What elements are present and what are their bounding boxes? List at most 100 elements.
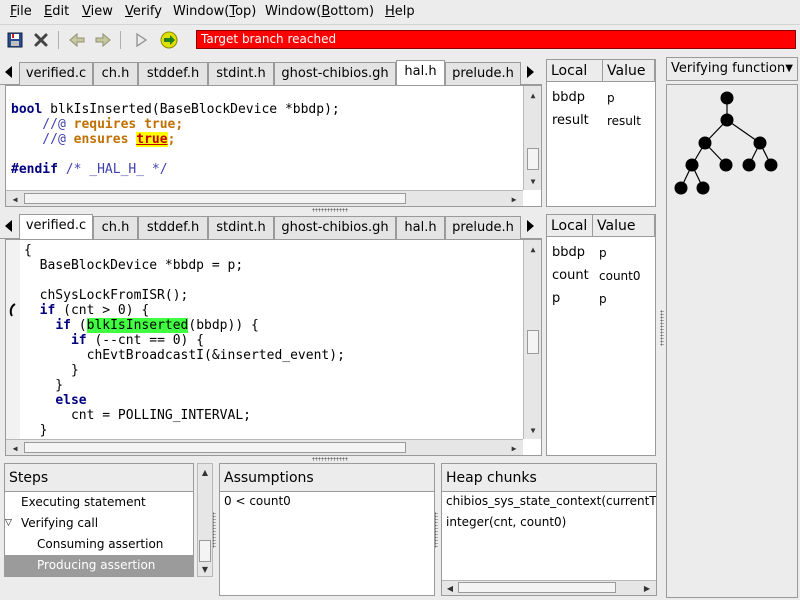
- top-tab-ch-h[interactable]: ch.h: [93, 62, 138, 85]
- scroll-thumb[interactable]: [527, 148, 539, 170]
- triangle-right-icon: [527, 66, 534, 78]
- scroll-thumb[interactable]: [24, 193, 406, 204]
- step-item[interactable]: Executing statement: [5, 492, 193, 513]
- tree-node[interactable]: [720, 113, 734, 127]
- column-header-value[interactable]: Value: [593, 215, 655, 237]
- step-forward-button[interactable]: [92, 29, 114, 51]
- bottom-tab-hal-h[interactable]: hal.h: [396, 216, 445, 239]
- scroll-up-icon[interactable]: ▲: [198, 465, 212, 479]
- step-item[interactable]: Consuming assertion: [5, 534, 193, 555]
- toolbar-separator: [58, 31, 59, 49]
- scroll-right-icon[interactable]: ▶: [640, 581, 654, 595]
- run-to-cursor-icon: [160, 31, 178, 49]
- bottom-tab-prelude-h[interactable]: prelude.h: [445, 216, 521, 239]
- chevron-down-icon: ▼: [785, 63, 793, 74]
- tree-node[interactable]: [674, 181, 688, 195]
- menu-verify[interactable]: Verify: [125, 4, 162, 19]
- scroll-thumb[interactable]: [24, 442, 406, 453]
- bottom-tab-ch-h[interactable]: ch.h: [93, 216, 138, 239]
- scroll-thumb[interactable]: [199, 540, 211, 562]
- code-line: #endif /* _HAL_H_ */: [11, 162, 168, 177]
- bottom-editor-vscrollbar[interactable]: ▲ ▼: [523, 240, 541, 439]
- editor-splitter-handle[interactable]: [312, 208, 348, 212]
- menu-file[interactable]: File: [10, 4, 32, 19]
- tab-scroll-right[interactable]: [525, 63, 537, 81]
- top-code-editor[interactable]: bool blkIsInserted(BaseBlockDevice *bbdp…: [5, 85, 542, 207]
- run-button[interactable]: [130, 29, 152, 51]
- menu-view[interactable]: View: [82, 4, 113, 19]
- top-editor-vscrollbar[interactable]: ▲ ▼: [523, 86, 541, 190]
- local-value: result: [607, 114, 641, 128]
- step-item-selected[interactable]: Producing assertion: [5, 555, 193, 576]
- top-tab-stddef-h[interactable]: stddef.h: [138, 62, 208, 85]
- scroll-left-icon[interactable]: ◀: [443, 581, 457, 595]
- scroll-down-icon[interactable]: ▼: [526, 423, 540, 437]
- steps-header[interactable]: Steps: [5, 464, 193, 492]
- top-tab-stdint-h[interactable]: stdint.h: [208, 62, 274, 85]
- menu-window-top[interactable]: Window(Top): [173, 4, 256, 19]
- top-tab-verified-c[interactable]: verified.c: [19, 62, 93, 85]
- clear-button[interactable]: [30, 29, 52, 51]
- highlighted-ensures-true: true: [136, 132, 168, 147]
- run-to-cursor-button[interactable]: [158, 29, 180, 51]
- column-header-local[interactable]: Local: [547, 60, 603, 82]
- top-tab-hal-h[interactable]: hal.h: [396, 60, 445, 86]
- expander-icon[interactable]: ▽: [5, 513, 12, 534]
- step-item[interactable]: ▽ Verifying call: [5, 513, 193, 534]
- tree-node[interactable]: [753, 136, 767, 150]
- scroll-up-icon[interactable]: ▲: [526, 88, 540, 102]
- tab-scroll-left[interactable]: [3, 217, 15, 235]
- triangle-right-icon: [527, 220, 534, 232]
- assumptions-header[interactable]: Assumptions: [220, 464, 434, 492]
- tree-node[interactable]: [698, 136, 712, 150]
- tab-scroll-left[interactable]: [3, 63, 15, 81]
- heap-hscrollbar[interactable]: ◀ ▶: [442, 580, 656, 595]
- code-line: bool blkIsInserted(BaseBlockDevice *bbdp…: [11, 102, 340, 117]
- right-pane-splitter-handle[interactable]: [660, 310, 664, 346]
- local-name: bbdp: [552, 90, 586, 105]
- scroll-thumb[interactable]: [527, 330, 539, 354]
- scroll-left-icon[interactable]: ◀: [8, 441, 22, 455]
- tab-scroll-right[interactable]: [525, 217, 537, 235]
- code-line: cnt = POLLING_INTERVAL;: [24, 408, 251, 423]
- top-editor-hscrollbar[interactable]: ◀ ▶: [6, 190, 523, 206]
- tree-node[interactable]: [764, 158, 778, 172]
- scroll-thumb[interactable]: [458, 582, 616, 593]
- top-tab-prelude-h[interactable]: prelude.h: [445, 62, 521, 85]
- scroll-down-icon[interactable]: ▼: [526, 174, 540, 188]
- tree-node[interactable]: [720, 91, 734, 105]
- bottom-editor-hscrollbar[interactable]: ◀ ▶: [6, 439, 523, 455]
- scroll-left-icon[interactable]: ◀: [8, 192, 22, 206]
- local-value: p: [599, 246, 607, 260]
- tree-node[interactable]: [696, 181, 710, 195]
- column-header-value[interactable]: Value: [603, 60, 655, 82]
- menu-edit[interactable]: Edit: [44, 4, 69, 19]
- bottom-tab-ghost-chibios-gh[interactable]: ghost-chibios.gh: [274, 216, 396, 239]
- arrow-right-icon: [95, 32, 111, 48]
- tree-node[interactable]: [685, 158, 699, 172]
- menu-help[interactable]: Help: [385, 4, 415, 19]
- menu-window-bottom[interactable]: Window(Bottom): [265, 4, 374, 19]
- heap-chunks-header[interactable]: Heap chunks: [442, 464, 656, 492]
- tree-node[interactable]: [742, 158, 756, 172]
- code-line: chEvtBroadcastI(&inserted_event);: [24, 348, 345, 363]
- bottom-tab-verified-c[interactable]: verified.c: [19, 214, 93, 240]
- scroll-down-icon[interactable]: ▼: [198, 562, 212, 576]
- bottom-tab-stddef-h[interactable]: stddef.h: [138, 216, 208, 239]
- column-header-local[interactable]: Local: [547, 215, 593, 237]
- save-button[interactable]: [4, 29, 26, 51]
- execution-tree-panel[interactable]: [666, 84, 798, 598]
- step-back-button[interactable]: [66, 29, 88, 51]
- bottom-code-editor[interactable]: { BaseBlockDevice *bbdp = p; chSysLockFr…: [5, 239, 542, 456]
- top-tab-ghost-chibios-gh[interactable]: ghost-chibios.gh: [274, 62, 396, 85]
- assumption-item: 0 < count0: [224, 494, 291, 508]
- bottom-pane-splitter-handle[interactable]: [312, 457, 348, 461]
- steps-vscrollbar[interactable]: ▲ ▼: [197, 463, 213, 577]
- scroll-up-icon[interactable]: ▲: [526, 242, 540, 256]
- tree-node[interactable]: [719, 158, 733, 172]
- status-message: Target branch reached: [196, 30, 796, 49]
- bottom-tab-stdint-h[interactable]: stdint.h: [208, 216, 274, 239]
- scroll-right-icon[interactable]: ▶: [507, 192, 521, 206]
- function-selector-dropdown[interactable]: Verifying function ▼: [666, 57, 798, 81]
- scroll-right-icon[interactable]: ▶: [507, 441, 521, 455]
